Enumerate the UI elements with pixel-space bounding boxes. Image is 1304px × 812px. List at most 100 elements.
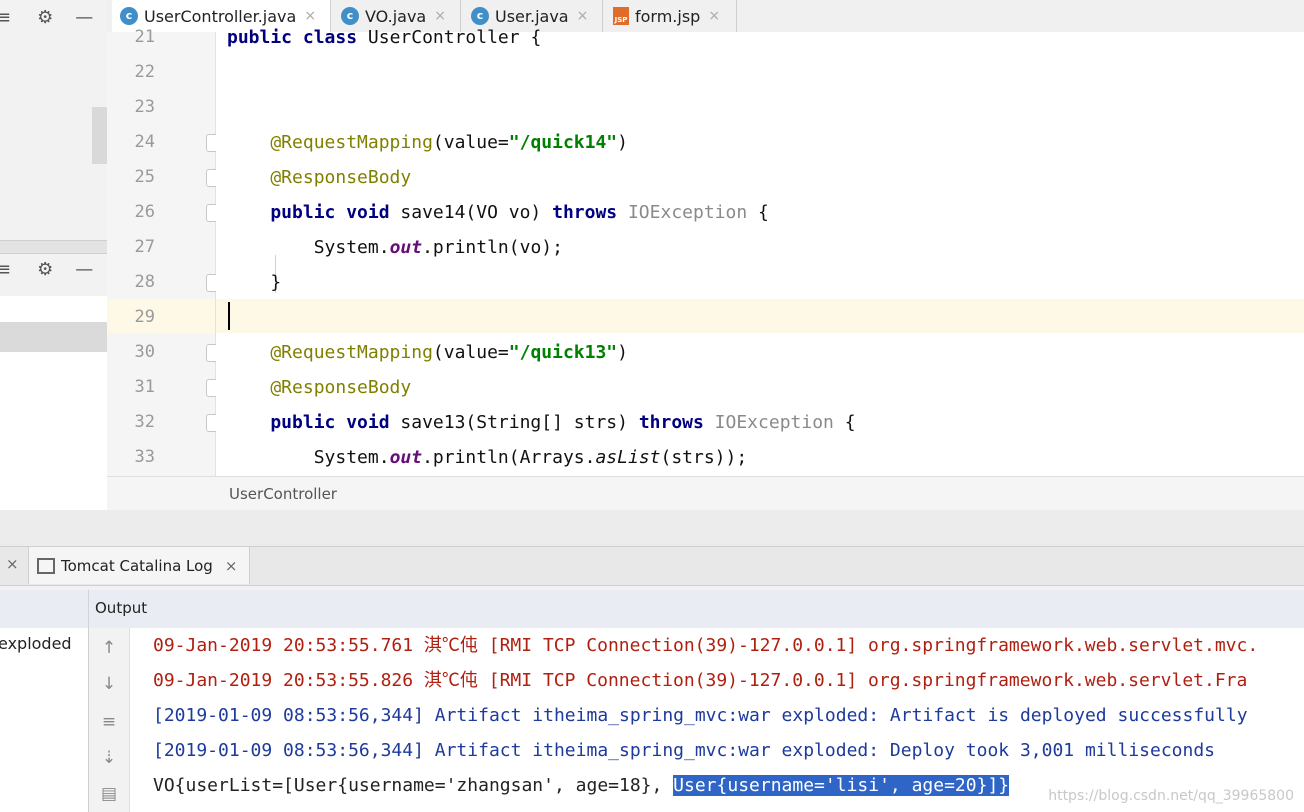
code-token: out — [389, 237, 423, 258]
deployment-list: exploded — [0, 628, 89, 812]
side-panel-toolbar: ≡ ⚙ — — [0, 0, 107, 34]
run-tool-tabs: × Tomcat Catalina Log × — [0, 546, 1304, 586]
code-token: save14(VO vo) — [400, 202, 553, 223]
code-line: System.out.println(vo); — [227, 230, 563, 265]
code-token: (value= — [432, 342, 509, 363]
side-panel-toolbar-2: ≡ ⚙ — — [0, 252, 107, 286]
current-line-highlight — [216, 299, 1304, 333]
line-number: 32 — [134, 412, 155, 432]
code-token: } — [227, 272, 282, 293]
code-line: @RequestMapping(value="/quick14") — [227, 125, 628, 160]
code-token: { — [747, 202, 769, 223]
code-line: public void save13(String[] strs) throws… — [227, 405, 856, 440]
code-editor[interactable]: public class UserController { @RequestMa… — [216, 27, 1304, 476]
console-line: 09-Jan-2019 20:53:55.826 淇℃伅 [RMI TCP Co… — [153, 670, 1248, 691]
code-token: (strs)); — [660, 447, 748, 468]
code-token: @RequestMapping — [227, 132, 433, 153]
console-selection: User{username='lisi', age=20}]} — [673, 775, 1010, 796]
code-token: ) — [617, 342, 628, 363]
project-side-panel: ≡ ⚙ — ≡ ⚙ — — [0, 0, 108, 510]
gear-icon-2[interactable]: ⚙ — [37, 259, 53, 280]
code-token: UserController { — [367, 27, 542, 48]
breadcrumb: UserController — [107, 476, 1304, 511]
output-console[interactable]: 09-Jan-2019 20:53:55.761 淇℃伅 [RMI TCP Co… — [130, 628, 1304, 812]
log-icon — [37, 557, 55, 574]
minimize-icon-2[interactable]: — — [75, 259, 93, 280]
code-token: public void — [227, 412, 401, 433]
output-divider — [88, 590, 89, 628]
close-icon[interactable]: × — [6, 555, 19, 573]
tab-tomcat-catalina-log[interactable]: Tomcat Catalina Log × — [28, 547, 250, 584]
code-token: "/quick14" — [508, 132, 618, 153]
breadcrumb-class[interactable]: UserController — [229, 485, 337, 503]
output-toolbar: ↑ ↓ ≡ ⇣ ▤ — [89, 628, 130, 812]
soft-wrap-icon[interactable]: ≡ — [99, 712, 119, 732]
collapse-icon-2[interactable]: ≡ — [0, 259, 11, 280]
code-token: { — [833, 412, 856, 433]
code-token: public class — [227, 27, 368, 48]
up-arrow-icon[interactable]: ↑ — [99, 638, 119, 658]
code-token: @ResponseBody — [227, 167, 412, 188]
console-line: 09-Jan-2019 20:53:55.761 淇℃伅 [RMI TCP Co… — [153, 635, 1259, 656]
line-number: 25 — [134, 167, 155, 187]
line-number: 29 — [134, 307, 155, 327]
code-token: asList — [595, 447, 661, 468]
output-title: Output — [95, 599, 148, 617]
code-token: ) — [617, 132, 628, 153]
text-caret — [228, 302, 230, 330]
tab-label: form.jsp — [635, 6, 701, 26]
console-line: [2019-01-09 08:53:56,344] Artifact ithei… — [153, 740, 1216, 761]
code-token: public void — [227, 202, 401, 223]
line-number: 30 — [134, 342, 155, 362]
gear-icon[interactable]: ⚙ — [37, 7, 53, 28]
code-token: throws — [638, 412, 715, 433]
code-token: save13(String[] strs) — [400, 412, 639, 433]
side-panel-selected-item[interactable] — [0, 322, 107, 352]
line-number: 22 — [134, 62, 155, 82]
scroll-to-end-icon[interactable]: ⇣ — [99, 748, 119, 768]
close-icon[interactable]: × — [225, 557, 238, 575]
tab-form-jsp[interactable]: JSP form.jsp × — [605, 0, 737, 32]
line-number: 33 — [134, 447, 155, 467]
code-token: .println(vo); — [422, 237, 563, 258]
code-token: .println(Arrays. — [422, 447, 596, 468]
down-arrow-icon[interactable]: ↓ — [99, 674, 119, 694]
console-text: VO{userList=[User{username='zhangsan', a… — [153, 775, 674, 796]
collapse-icon[interactable]: ≡ — [0, 7, 11, 28]
panel-splitter[interactable] — [0, 510, 1304, 546]
code-token: System. — [227, 237, 390, 258]
close-icon[interactable]: × — [708, 8, 720, 24]
console-line: VO{userList=[User{username='zhangsan', a… — [153, 768, 1010, 803]
output-header: Output — [0, 590, 1304, 629]
console-line: [2019-01-09 08:53:56,344] Artifact ithei… — [153, 705, 1248, 726]
code-line: public class UserController { — [227, 20, 541, 55]
line-number: 24 — [134, 132, 155, 152]
code-line: @RequestMapping(value="/quick13") — [227, 335, 628, 370]
side-panel-scrollbar[interactable] — [92, 107, 107, 164]
editor-gutter: 21 22 23 24 25 26 27 28 29 30 31 32 33 — [107, 27, 222, 476]
code-token: "/quick13" — [508, 342, 618, 363]
code-token: System. — [227, 447, 390, 468]
deployment-item[interactable]: exploded — [0, 634, 72, 653]
code-token: (value= — [432, 132, 509, 153]
line-number: 28 — [134, 272, 155, 292]
line-number: 26 — [134, 202, 155, 222]
line-number: 27 — [134, 237, 155, 257]
tab-label: Tomcat Catalina Log — [61, 556, 213, 575]
minimize-icon[interactable]: — — [75, 7, 93, 28]
code-line: System.out.println(Arrays.asList(strs)); — [227, 440, 748, 475]
line-number: 21 — [134, 27, 155, 47]
code-token: @ResponseBody — [227, 377, 412, 398]
watermark: https://blog.csdn.net/qq_39965800 — [1048, 788, 1294, 804]
line-number: 31 — [134, 377, 155, 397]
code-token: IOException — [714, 412, 834, 433]
close-icon[interactable]: × — [577, 8, 589, 24]
print-icon[interactable]: ▤ — [99, 784, 119, 804]
code-line: @ResponseBody — [227, 160, 411, 195]
code-token: IOException — [627, 202, 748, 223]
code-line: @ResponseBody — [227, 370, 411, 405]
code-line: public void save14(VO vo) throws IOExcep… — [227, 195, 769, 230]
jsp-file-icon: JSP — [613, 7, 629, 25]
code-token: out — [389, 447, 423, 468]
code-token: throws — [552, 202, 628, 223]
